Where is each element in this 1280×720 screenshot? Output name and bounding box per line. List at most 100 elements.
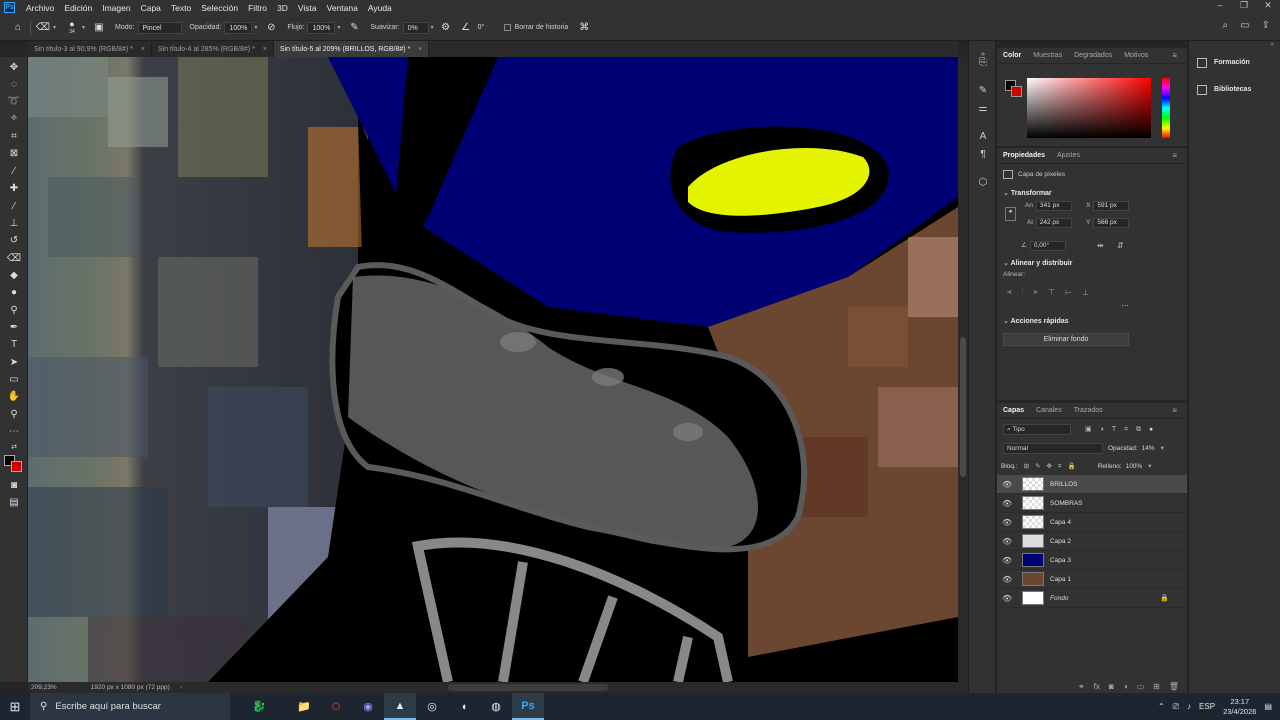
- panel-menu-icon[interactable]: ≡: [1166, 151, 1183, 160]
- add-mask-icon[interactable]: ◙: [1109, 682, 1114, 691]
- align-right-icon[interactable]: ⫸: [1034, 287, 1039, 297]
- remove-background-button[interactable]: Eliminar fondo: [1003, 333, 1129, 346]
- close-icon[interactable]: ×: [263, 46, 267, 53]
- chevron-down-icon[interactable]: ▾: [254, 24, 257, 31]
- hue-slider[interactable]: [1162, 78, 1170, 138]
- blur-tool-icon[interactable]: ●: [6, 285, 22, 299]
- transform-section-title[interactable]: Transformar: [997, 185, 1187, 201]
- taskbar-search[interactable]: ⚲ Escribe aquí para buscar: [30, 693, 230, 720]
- y-field[interactable]: 566 px: [1093, 218, 1130, 228]
- photoshop-taskbar-icon[interactable]: Ps: [512, 693, 544, 720]
- quick-mask-icon[interactable]: ◙: [6, 478, 22, 492]
- move-tool-icon[interactable]: ✥: [6, 60, 22, 74]
- type-tool-icon[interactable]: T: [6, 337, 22, 351]
- tab-propiedades[interactable]: Propiedades: [997, 152, 1051, 159]
- swap-colors-icon[interactable]: ⇄: [6, 440, 22, 454]
- chevron-down-icon[interactable]: ▾: [82, 24, 85, 31]
- brush-panel-icon[interactable]: ✎: [976, 83, 990, 97]
- layer-opacity-value[interactable]: 14%: [1142, 445, 1155, 452]
- gear-icon[interactable]: ⚙: [438, 20, 454, 36]
- collapse-icon[interactable]: «: [1189, 41, 1280, 49]
- menu-seleccion[interactable]: Selección: [196, 3, 243, 13]
- zoom-level[interactable]: 209,23%: [31, 684, 57, 691]
- tab-trazados[interactable]: Trazados: [1068, 407, 1109, 414]
- angle-field[interactable]: 0°: [474, 22, 494, 34]
- layer-row[interactable]: 👁 Capa 1: [997, 570, 1187, 589]
- windows-start-icon[interactable]: ⊞: [0, 699, 30, 715]
- flip-vertical-icon[interactable]: ⇵: [1117, 241, 1124, 250]
- tray-overflow-icon[interactable]: ⌃: [1158, 702, 1165, 711]
- history-panel-icon[interactable]: ⎘: [976, 55, 990, 69]
- smooth-field[interactable]: 0%: [402, 21, 429, 34]
- quick-select-tool-icon[interactable]: ✧: [6, 111, 22, 125]
- marquee-tool-icon[interactable]: ◌: [6, 77, 22, 91]
- horizontal-scrollbar[interactable]: [448, 684, 608, 691]
- quick-actions-title[interactable]: Acciones rápidas: [997, 313, 1187, 329]
- tab-canales[interactable]: Canales: [1030, 407, 1068, 414]
- doc-tab[interactable]: Sin título-4 al 285% (RGB/8#) * ×: [152, 41, 274, 57]
- layer-row[interactable]: 👁 Fondo 🔒: [997, 589, 1187, 608]
- chevron-down-icon[interactable]: ▾: [431, 24, 434, 31]
- chevron-down-icon[interactable]: ▾: [337, 24, 340, 31]
- brush-settings-icon[interactable]: ▣: [91, 20, 107, 36]
- pressure-opacity-icon[interactable]: ⊘: [263, 20, 279, 36]
- layer-row[interactable]: 👁 Capa 2: [997, 532, 1187, 551]
- hand-tool-icon[interactable]: ✋: [6, 389, 22, 403]
- workspace-icon[interactable]: ▭: [1240, 20, 1249, 31]
- paragraph-panel-icon[interactable]: ¶: [976, 147, 990, 161]
- tab-degradados[interactable]: Degradados: [1068, 52, 1118, 59]
- menu-edicion[interactable]: Edición: [59, 3, 97, 13]
- menu-ayuda[interactable]: Ayuda: [363, 3, 397, 13]
- chevron-right-icon[interactable]: ›: [180, 684, 182, 691]
- tab-ajustes[interactable]: Ajustes: [1051, 152, 1086, 159]
- height-field[interactable]: 242 px: [1035, 218, 1072, 228]
- bucket-tool-icon[interactable]: ◆: [6, 268, 22, 282]
- align-middle-icon[interactable]: ⊢: [1065, 288, 1072, 297]
- background-color-swatch[interactable]: [11, 461, 22, 472]
- new-group-icon[interactable]: ▭: [1137, 682, 1145, 691]
- chevron-down-icon[interactable]: ▾: [1148, 462, 1151, 470]
- angle-field[interactable]: 0,00°: [1029, 241, 1066, 251]
- rectangle-tool-icon[interactable]: ▭: [6, 372, 22, 386]
- flip-horizontal-icon[interactable]: ⇹: [1097, 241, 1104, 250]
- zoom-tool-icon[interactable]: ⚲: [6, 407, 22, 421]
- opacity-field[interactable]: 100%: [224, 21, 253, 34]
- panel-menu-icon[interactable]: ≡: [1166, 406, 1183, 415]
- tab-color[interactable]: Color: [997, 52, 1027, 59]
- brush-preset-picker[interactable]: ● 34: [64, 19, 80, 36]
- eye-icon[interactable]: 👁: [1002, 518, 1014, 527]
- adjustments-panel-icon[interactable]: ⚌: [976, 101, 990, 115]
- discord-icon[interactable]: ◉: [352, 693, 384, 720]
- close-icon[interactable]: ✕: [1256, 0, 1280, 11]
- fx-icon[interactable]: fx: [1094, 682, 1100, 691]
- fill-value[interactable]: 100%: [1126, 463, 1143, 470]
- align-bottom-icon[interactable]: ⊥: [1082, 288, 1089, 297]
- chevron-down-icon[interactable]: ▾: [1161, 444, 1164, 452]
- tab-motivos[interactable]: Motivos: [1118, 52, 1154, 59]
- layer-row[interactable]: 👁 SOMBRAS: [997, 494, 1187, 513]
- document-canvas[interactable]: [28, 57, 958, 682]
- vertical-scrollbar[interactable]: [958, 57, 968, 682]
- eye-icon[interactable]: 👁: [1002, 575, 1014, 584]
- layer-filter-select[interactable]: ⌕ Tipo: [1003, 423, 1071, 435]
- filter-type-icons[interactable]: ▣◑T⌗⧉: [1085, 425, 1149, 434]
- align-left-icon[interactable]: ⫷: [1007, 287, 1012, 297]
- menu-imagen[interactable]: Imagen: [97, 3, 135, 13]
- eraser-tool-icon[interactable]: ⌫: [35, 20, 51, 36]
- share-icon[interactable]: ⇪: [1262, 20, 1270, 31]
- xampp-icon[interactable]: ▲: [384, 693, 416, 720]
- scroll-thumb[interactable]: [960, 337, 966, 477]
- healing-tool-icon[interactable]: ✚: [6, 181, 22, 195]
- align-section-title[interactable]: Alinear y distribuir: [997, 255, 1187, 271]
- doc-tab-active[interactable]: Sin título-5 al 209% (BRILLOS, RGB/8#) *…: [273, 41, 430, 57]
- width-field[interactable]: 341 px: [1035, 201, 1072, 211]
- menu-capa[interactable]: Capa: [136, 3, 166, 13]
- dodge-tool-icon[interactable]: ⚲: [6, 303, 22, 317]
- layer-row[interactable]: 👁 Capa 4: [997, 513, 1187, 532]
- align-top-icon[interactable]: ⊤: [1048, 288, 1055, 297]
- menu-archivo[interactable]: Archivo: [21, 3, 59, 13]
- screen-mode-icon[interactable]: ▤: [6, 495, 22, 509]
- x-field[interactable]: 591 px: [1093, 201, 1130, 211]
- eye-icon[interactable]: 👁: [1002, 537, 1014, 546]
- pressure-size-icon[interactable]: ⌘: [576, 20, 592, 36]
